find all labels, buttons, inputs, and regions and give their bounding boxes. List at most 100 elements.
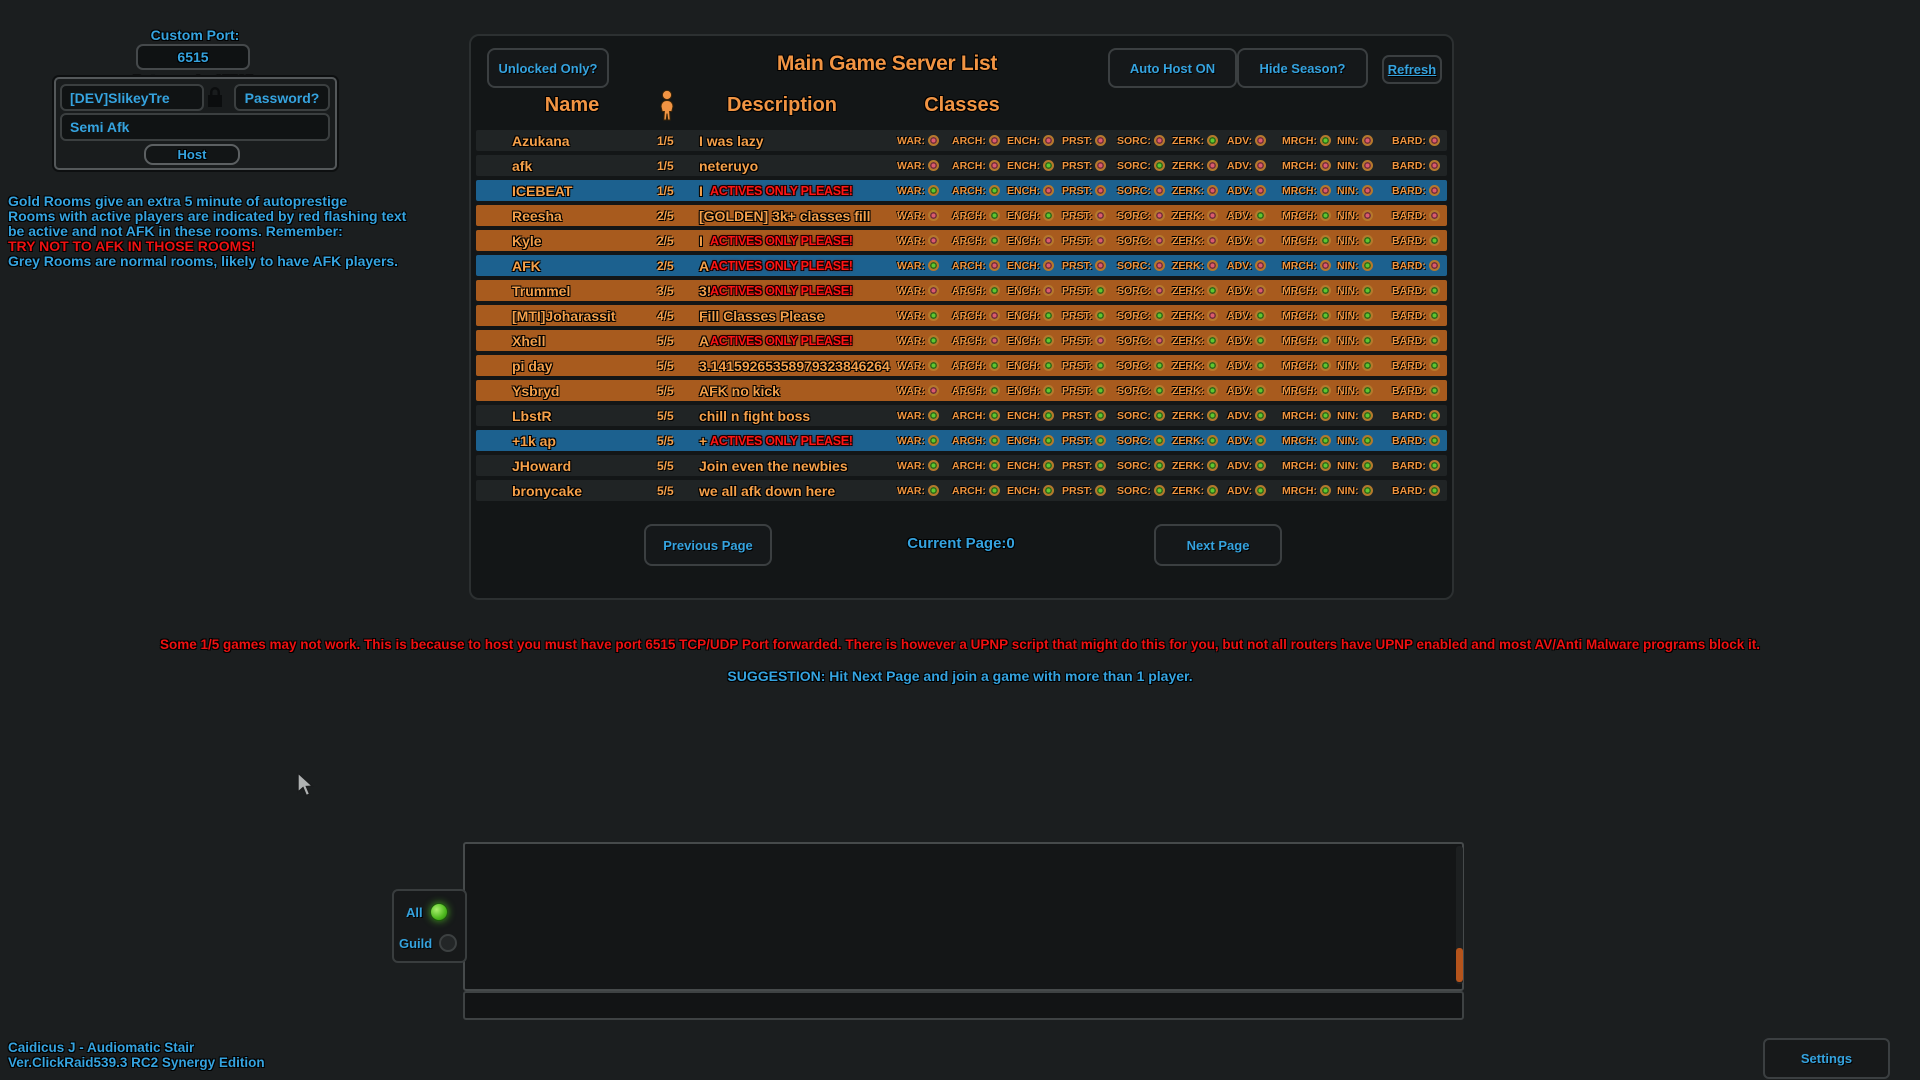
channel-guild-radio[interactable] — [439, 934, 457, 952]
server-row[interactable]: AFK2/5AACTIVES ONLY PLEASE!WAR:ARCH:ENCH… — [476, 255, 1447, 276]
server-player-count: 1/5 — [657, 134, 699, 148]
server-class-slots: WAR:ARCH:ENCH:PRST:SORC:ZERK:ADV:MRCH:NI… — [897, 160, 1447, 172]
class-slot: ARCH: — [952, 435, 1007, 447]
class-slot-dot — [1429, 360, 1440, 371]
class-slot: ADV: — [1227, 360, 1282, 372]
class-slot-dot — [1429, 485, 1440, 496]
class-slot: ENCH: — [1007, 360, 1062, 372]
actives-flash-label: ACTIVES ONLY PLEASE! — [710, 434, 853, 448]
server-list-panel: Unlocked Only? Main Game Server List Aut… — [469, 34, 1454, 600]
class-slot: ARCH: — [952, 310, 1007, 322]
class-slot: WAR: — [897, 210, 952, 222]
class-slot-label: ARCH: — [952, 310, 986, 322]
server-row[interactable]: pi day5/53.14159265358979323846264WAR:AR… — [476, 355, 1447, 376]
server-rows: Azukana1/5I was lazyWAR:ARCH:ENCH:PRST:S… — [476, 130, 1447, 505]
class-slot-label: BARD: — [1392, 385, 1426, 397]
channel-guild-label: Guild — [399, 936, 432, 951]
server-row[interactable]: Azukana1/5I was lazyWAR:ARCH:ENCH:PRST:S… — [476, 130, 1447, 151]
server-row[interactable]: afk1/5neteruyoWAR:ARCH:ENCH:PRST:SORC:ZE… — [476, 155, 1447, 176]
class-slot-dot — [1320, 260, 1331, 271]
server-player-count: 1/5 — [657, 184, 699, 198]
class-slot-label: WAR: — [897, 485, 925, 497]
class-slot-label: ENCH: — [1007, 335, 1040, 347]
class-slot-label: BARD: — [1392, 360, 1426, 372]
class-slot-dot — [1043, 135, 1054, 146]
class-slot: BARD: — [1392, 310, 1447, 322]
chat-channel-guild[interactable]: Guild — [399, 934, 457, 952]
class-slot: ZERK: — [1172, 460, 1227, 472]
class-slot-dot — [1429, 285, 1440, 296]
class-slot-label: ENCH: — [1007, 260, 1040, 272]
class-slot: BARD: — [1392, 235, 1447, 247]
class-slot-dot — [989, 460, 1000, 471]
class-slot-dot — [1255, 410, 1266, 421]
class-slot-label: ADV: — [1227, 285, 1252, 297]
class-slot-label: ENCH: — [1007, 160, 1040, 172]
server-row[interactable]: +1k ap5/5+ACTIVES ONLY PLEASE!WAR:ARCH:E… — [476, 430, 1447, 451]
class-slot-dot — [1095, 260, 1106, 271]
class-slot-dot — [1207, 210, 1218, 221]
chat-scrollbar-handle[interactable] — [1456, 948, 1463, 982]
class-slot-label: BARD: — [1392, 285, 1426, 297]
room-description-input[interactable]: Semi Afk — [60, 113, 330, 141]
class-slot-label: MRCH: — [1282, 160, 1317, 172]
server-player-count: 5/5 — [657, 484, 699, 498]
class-slot: PRST: — [1062, 310, 1117, 322]
class-slot: PRST: — [1062, 135, 1117, 147]
class-slot-dot — [989, 410, 1000, 421]
server-row[interactable]: LbstR5/5chill n fight bossWAR:ARCH:ENCH:… — [476, 405, 1447, 426]
class-slot-label: ARCH: — [952, 260, 986, 272]
server-row[interactable]: Ysbryd5/5AFK no kickWAR:ARCH:ENCH:PRST:S… — [476, 380, 1447, 401]
class-slot: WAR: — [897, 235, 952, 247]
server-description: AACTIVES ONLY PLEASE! — [699, 258, 897, 274]
class-slot-label: WAR: — [897, 135, 925, 147]
auto-host-button[interactable]: Auto Host ON — [1108, 48, 1237, 88]
server-row[interactable]: Trummel3/53!ACTIVES ONLY PLEASE!WAR:ARCH… — [476, 280, 1447, 301]
class-slot: ZERK: — [1172, 160, 1227, 172]
host-panel: [DEV]SlikeyTre Password? Semi Afk Host — [54, 77, 337, 170]
password-button[interactable]: Password? — [234, 84, 330, 111]
custom-port-input[interactable]: 6515 — [136, 44, 250, 70]
chat-input[interactable] — [463, 991, 1464, 1020]
class-slot-label: SORC: — [1117, 435, 1151, 447]
class-slot: ZERK: — [1172, 410, 1227, 422]
previous-page-button[interactable]: Previous Page — [644, 524, 772, 566]
chat-channel-all[interactable]: All — [406, 903, 448, 921]
server-row[interactable]: Xhell5/5AACTIVES ONLY PLEASE!WAR:ARCH:EN… — [476, 330, 1447, 351]
class-slot-dot — [1429, 160, 1440, 171]
unlocked-only-button[interactable]: Unlocked Only? — [487, 48, 609, 88]
class-slot-label: ENCH: — [1007, 385, 1040, 397]
chat-scrollbar[interactable] — [1456, 846, 1463, 984]
host-username-input[interactable]: [DEV]SlikeyTre — [60, 84, 204, 111]
hide-season-button[interactable]: Hide Season? — [1237, 48, 1368, 88]
class-slot-dot — [1362, 210, 1373, 221]
class-slot-label: WAR: — [897, 260, 925, 272]
class-slot-label: ADV: — [1227, 410, 1252, 422]
refresh-button[interactable]: Refresh — [1382, 55, 1442, 84]
server-row[interactable]: [MTI]Joharassit4/5Fill Classes PleaseWAR… — [476, 305, 1447, 326]
class-slot-dot — [989, 235, 1000, 246]
class-slot-label: ARCH: — [952, 210, 986, 222]
class-slot: ARCH: — [952, 185, 1007, 197]
chat-log-box[interactable] — [463, 842, 1464, 991]
server-row[interactable]: Kyle2/5IACTIVES ONLY PLEASE!WAR:ARCH:ENC… — [476, 230, 1447, 251]
server-row[interactable]: bronycake5/5we all afk down hereWAR:ARCH… — [476, 480, 1447, 501]
class-slot: MRCH: — [1282, 435, 1337, 447]
class-slot-label: ADV: — [1227, 210, 1252, 222]
class-slot-dot — [1255, 235, 1266, 246]
class-slot: PRST: — [1062, 235, 1117, 247]
server-row[interactable]: ICEBEAT1/5IACTIVES ONLY PLEASE!WAR:ARCH:… — [476, 180, 1447, 201]
next-page-button[interactable]: Next Page — [1154, 524, 1282, 566]
server-player-count: 3/5 — [657, 284, 699, 298]
server-description: 3.14159265358979323846264 — [699, 358, 897, 374]
class-slot: ENCH: — [1007, 285, 1062, 297]
class-slot: ARCH: — [952, 235, 1007, 247]
class-slot-label: SORC: — [1117, 185, 1151, 197]
server-row[interactable]: JHoward5/5Join even the newbiesWAR:ARCH:… — [476, 455, 1447, 476]
class-slot-label: PRST: — [1062, 335, 1092, 347]
host-button[interactable]: Host — [144, 144, 240, 165]
server-row[interactable]: Reesha2/5[GOLDEN] 3k+ classes fillWAR:AR… — [476, 205, 1447, 226]
class-slot-label: ARCH: — [952, 135, 986, 147]
channel-all-radio[interactable] — [430, 903, 448, 921]
settings-button[interactable]: Settings — [1763, 1038, 1890, 1079]
